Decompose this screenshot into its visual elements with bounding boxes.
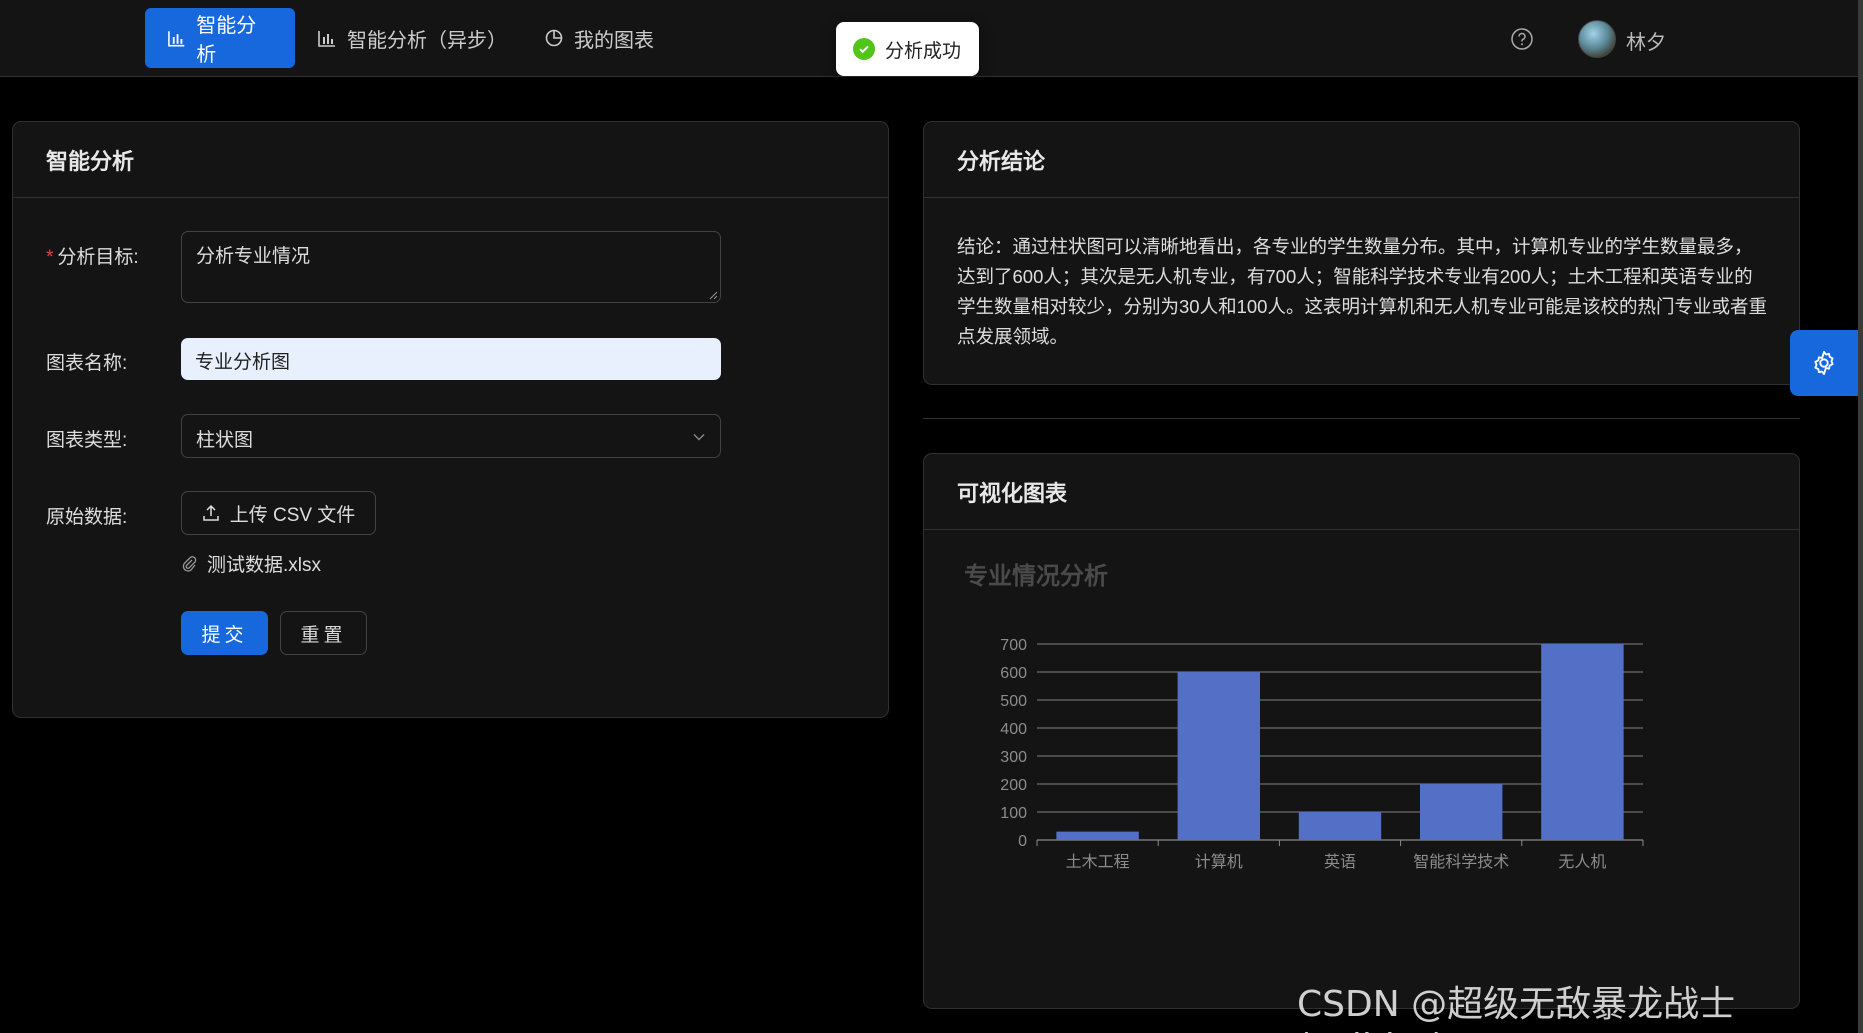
upload-label: 上传 CSV 文件 — [229, 504, 356, 526]
tab-my-charts[interactable]: 我的图表 — [522, 8, 676, 68]
bar-1[interactable] — [1177, 672, 1261, 840]
success-toast: 分析成功 — [836, 22, 979, 76]
tab-smart-analysis-async[interactable]: 智能分析（异步） — [295, 8, 529, 68]
bar-2[interactable] — [1298, 812, 1382, 840]
chart-type-value: 柱状图 — [196, 430, 254, 451]
goal-label-text: 分析目标: — [57, 247, 139, 268]
avatar[interactable] — [1578, 20, 1616, 58]
y-tick-label: 600 — [1000, 665, 1027, 682]
chart-name-value: 专业分析图 — [195, 352, 291, 373]
tab-label: 智能分析 — [196, 15, 257, 66]
bar-chart-icon — [168, 31, 185, 47]
goal-value: 分析专业情况 — [196, 246, 311, 267]
y-tick-label: 500 — [1000, 693, 1027, 710]
card-title: 分析结论 — [924, 122, 1799, 198]
goal-label: * 分析目标: — [46, 242, 139, 269]
bar-0[interactable] — [1056, 831, 1139, 840]
card-title: 可视化图表 — [924, 454, 1799, 530]
chart-title: 专业情况分析 — [964, 562, 1108, 590]
gear-icon — [1814, 350, 1834, 376]
card-title: 智能分析 — [13, 122, 888, 198]
goal-textarea[interactable]: 分析专业情况 — [181, 231, 721, 303]
watermark: CSDN @超级无敌暴龙战士(solider) — [1297, 984, 1736, 1033]
chart-card: 可视化图表 专业情况分析 0 100 200 300 400 500 600 700 土木工程 计… — [923, 453, 1800, 1009]
uploaded-file[interactable]: 测试数据.xlsx — [181, 550, 321, 577]
bar-chart: 专业情况分析 0 100 200 300 400 500 600 700 土木工程 计算机 英语 智能… — [964, 562, 1644, 871]
x-tick-label: 计算机 — [1195, 852, 1243, 871]
y-tick-label: 400 — [1000, 721, 1027, 738]
file-name: 测试数据.xlsx — [207, 555, 322, 576]
help-icon[interactable] — [1510, 27, 1534, 51]
raw-data-label: 原始数据: — [46, 507, 128, 528]
bar-chart-icon — [318, 31, 335, 47]
required-mark: * — [46, 247, 54, 268]
upload-icon — [202, 504, 219, 521]
pie-chart-icon — [545, 29, 563, 47]
chart-type-label: 图表类型: — [46, 430, 128, 451]
bar-3[interactable] — [1419, 784, 1503, 840]
reset-button[interactable]: 重置 — [280, 611, 367, 655]
settings-button[interactable] — [1790, 330, 1858, 396]
analysis-form-card: 智能分析 * 分析目标: 分析专业情况 图表名称: 专业分析图 图表类型: 柱状图… — [12, 121, 889, 718]
tab-label: 智能分析（异步） — [347, 29, 507, 52]
y-tick-label: 300 — [1000, 749, 1027, 766]
check-circle-icon — [853, 38, 875, 60]
tab-label: 我的图表 — [574, 29, 654, 52]
divider — [923, 418, 1800, 419]
chart-name-label: 图表名称: — [46, 353, 128, 374]
y-tick-label: 100 — [1000, 805, 1027, 822]
resize-grip-icon[interactable] — [708, 290, 718, 300]
toast-message: 分析成功 — [885, 40, 962, 62]
chart-name-input[interactable]: 专业分析图 — [181, 338, 721, 380]
y-tick-label: 200 — [1000, 777, 1027, 794]
user-name[interactable]: 林夕 — [1626, 26, 1666, 55]
submit-button[interactable]: 提交 — [181, 611, 268, 655]
tab-smart-analysis[interactable]: 智能分析 — [145, 8, 295, 68]
conclusion-text: 结论：通过柱状图可以清晰地看出，各专业的学生数量分布。其中，计算机专业的学生数量… — [957, 236, 1767, 347]
paperclip-icon — [182, 555, 197, 572]
x-tick-label: 土木工程 — [1066, 853, 1130, 871]
bar-4[interactable] — [1541, 644, 1624, 840]
scrollbar[interactable] — [1858, 0, 1863, 1033]
chevron-down-icon — [693, 434, 705, 441]
conclusion-card: 分析结论 结论：通过柱状图可以清晰地看出，各专业的学生数量分布。其中，计算机专业… — [923, 121, 1800, 385]
y-tick-label: 0 — [1018, 833, 1027, 850]
x-tick-label: 智能科学技术 — [1413, 853, 1509, 871]
chart-type-select[interactable]: 柱状图 — [181, 414, 721, 458]
x-tick-label: 无人机 — [1558, 853, 1606, 871]
y-tick-label: 700 — [1000, 637, 1027, 654]
upload-csv-button[interactable]: 上传 CSV 文件 — [181, 491, 376, 535]
x-tick-label: 英语 — [1324, 853, 1356, 871]
